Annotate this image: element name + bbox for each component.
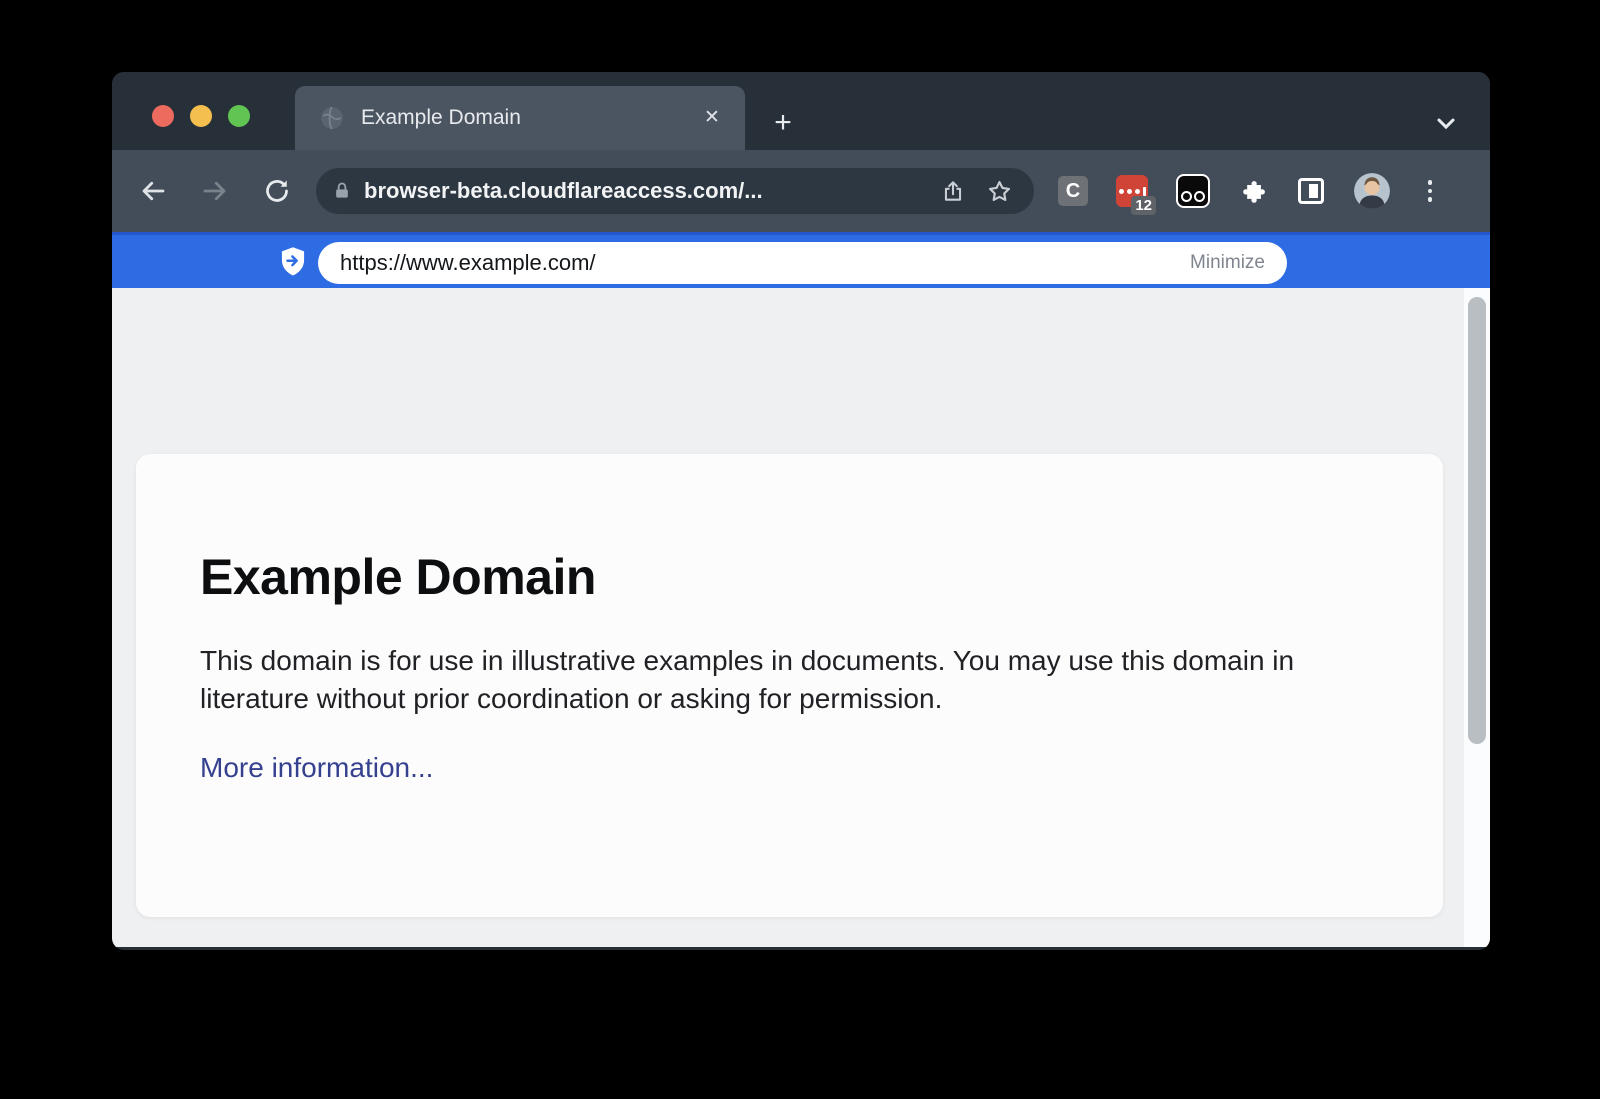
bookmark-star-icon[interactable] — [984, 176, 1014, 206]
shield-arrow-icon — [278, 246, 308, 278]
forward-arrow-icon — [200, 176, 230, 206]
browser-tab[interactable]: Example Domain ✕ — [295, 86, 745, 150]
toolbar: browser-beta.cloudflareaccess.com/... C … — [112, 150, 1490, 232]
new-tab-button[interactable]: + — [767, 107, 799, 139]
profile-avatar[interactable] — [1354, 173, 1390, 209]
zoom-window-button[interactable] — [228, 105, 250, 127]
page-content: Example Domain This domain is for use in… — [112, 288, 1490, 947]
share-icon[interactable] — [938, 176, 968, 206]
scrollbar-thumb[interactable] — [1468, 297, 1486, 744]
minimize-window-button[interactable] — [190, 105, 212, 127]
close-window-button[interactable] — [152, 105, 174, 127]
example-domain-card: Example Domain This domain is for use in… — [136, 454, 1443, 917]
tab-title: Example Domain — [361, 106, 697, 130]
isolation-banner: https://www.example.com/ Minimize — [112, 232, 1490, 288]
password-dots-icon — [1116, 187, 1148, 196]
address-bar-url: browser-beta.cloudflareaccess.com/... — [364, 178, 922, 204]
page-title: Example Domain — [200, 548, 1379, 606]
browser-menu-icon[interactable] — [1418, 180, 1442, 202]
traffic-lights — [152, 105, 250, 127]
back-arrow-icon — [138, 176, 168, 206]
more-information-link[interactable]: More information... — [200, 752, 433, 784]
globe-favicon-icon — [319, 105, 345, 131]
scrollbar-track[interactable] — [1464, 288, 1490, 947]
goggles-extension-icon[interactable] — [1176, 174, 1210, 208]
forward-button[interactable] — [198, 174, 232, 208]
lock-icon — [332, 180, 352, 202]
extension-badge: 12 — [1131, 196, 1156, 215]
page-paragraph: This domain is for use in illustrative e… — [200, 642, 1350, 718]
extension-cluster: C 12 — [1058, 173, 1442, 209]
chevron-down-icon[interactable] — [1432, 109, 1460, 137]
isolated-url: https://www.example.com/ — [340, 250, 1190, 276]
browser-window: Example Domain ✕ + — [112, 72, 1490, 950]
reload-icon — [262, 176, 292, 206]
address-bar[interactable]: browser-beta.cloudflareaccess.com/... — [316, 168, 1034, 214]
back-button[interactable] — [136, 174, 170, 208]
tab-close-icon[interactable]: ✕ — [697, 103, 727, 133]
reload-button[interactable] — [260, 174, 294, 208]
minimize-banner-button[interactable]: Minimize — [1190, 252, 1265, 274]
isolated-url-bar[interactable]: https://www.example.com/ Minimize — [318, 242, 1287, 284]
side-panel-icon[interactable] — [1296, 176, 1326, 206]
extensions-puzzle-icon[interactable] — [1238, 176, 1268, 206]
titlebar: Example Domain ✕ + — [112, 72, 1490, 150]
extension-c-icon[interactable]: C — [1058, 176, 1088, 206]
password-manager-icon[interactable]: 12 — [1116, 175, 1148, 207]
